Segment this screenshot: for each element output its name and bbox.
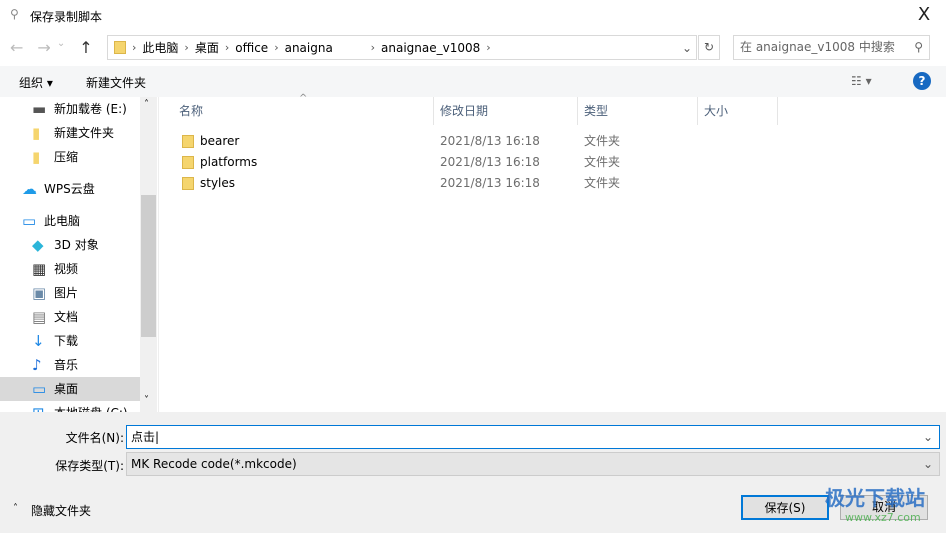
file-type: 文件夹 [584,134,621,148]
window-title: 保存录制脚本 [30,10,103,24]
organize-button[interactable]: 组织 ▾ [19,74,53,91]
nav-item[interactable]: ▭ 桌面 [0,377,140,401]
filename-label: 文件名(N): [65,431,124,445]
back-icon[interactable]: ← [10,38,23,57]
file-name: bearer [200,134,240,148]
nav-item[interactable]: ↓ 下载 [0,329,140,353]
nav-item[interactable]: ▮ 压缩 [0,145,140,169]
nav-item[interactable]: ▤ 文档 [0,305,140,329]
watermark-url: www.xz7.com [845,511,921,524]
column-size[interactable]: 大小 [698,97,778,125]
nav-item-label: 新加载卷 (E:) [54,102,127,116]
nav-item-label: WPS云盘 [44,182,95,196]
toolbar: 组织 ▾ 新建文件夹 ☷ ▾ ? [0,66,946,97]
new-folder-button[interactable]: 新建文件夹 [86,74,146,91]
nav-item-label: 压缩 [54,150,79,164]
app-icon: ⚲ [10,7,19,21]
file-type: 文件夹 [584,176,621,190]
nav-item-label: 视频 [54,262,79,276]
nav-buttons: ← → ⌄ ↑ [10,38,93,57]
folder-icon: ▮ [32,124,41,142]
folder-icon [182,177,194,190]
file-name: styles [200,176,236,190]
folder-icon [182,135,194,148]
address-dropdown-icon[interactable]: ⌄ [682,41,692,55]
breadcrumb-item[interactable]: anaignae_v1008 [381,41,480,55]
file-list: ^ 名称 修改日期 类型 大小 bearer 2021/8/13 16:18 文… [158,93,946,412]
title-bar: ⚲ 保存录制脚本 X [0,0,946,32]
nav-item-label: 3D 对象 [54,238,99,252]
nav-item-label: 音乐 [54,358,79,372]
help-button[interactable]: ? [913,72,931,90]
download-icon: ↓ [32,332,45,350]
file-type: 文件夹 [584,155,621,169]
nav-item-label: 下载 [54,334,79,348]
nav-item-label: 新建文件夹 [54,126,115,140]
forward-icon[interactable]: → [37,38,50,57]
nav-item[interactable]: ▣ 图片 [0,281,140,305]
scroll-down-icon[interactable]: ˅ [144,395,149,406]
address-bar[interactable]: › 此电脑 › 桌面 › office › anaigna › anaignae… [107,35,697,60]
file-row[interactable]: styles 2021/8/13 16:18 文件夹 [179,173,779,194]
folder-icon: ▮ [32,148,41,166]
file-date: 2021/8/13 16:18 [440,134,540,148]
filetype-select[interactable]: MK Recode code(*.mkcode) ⌄ [126,452,940,476]
nav-item[interactable]: ☁ WPS云盘 [0,177,140,201]
column-name[interactable]: 名称 [159,97,434,125]
chevron-down-icon: ⌄ [922,457,933,471]
computer-icon: ▭ [22,212,37,230]
search-input[interactable]: 在 anaignae_v1008 中搜索 ⚲ [733,35,930,60]
file-date: 2021/8/13 16:18 [440,176,540,190]
drive-icon: ▬ [32,100,47,118]
chevron-down-icon[interactable]: ⌄ [923,426,933,448]
cloud-icon: ☁ [22,180,37,198]
watermark-text: 极光下载站 [825,486,925,510]
nav-item-label: 文档 [54,310,79,324]
nav-item[interactable]: ▬ 新加载卷 (E:) [0,97,140,121]
nav-item-label: 本地磁盘 (C:) [54,401,128,412]
nav-item[interactable]: ▦ 视频 [0,257,140,281]
column-type[interactable]: 类型 [578,97,698,125]
search-icon: ⚲ [914,40,923,54]
navigation-pane: ▬ 新加载卷 (E:) ▮ 新建文件夹 ▮ 压缩 ☁ WPS云盘 ▭ 此电脑 ◆ 3D 对象 ▦ 视频 ▣ 图… [0,97,140,412]
file-name: platforms [200,155,258,169]
cube-icon: ◆ [32,236,44,254]
breadcrumb-item[interactable]: 桌面 [195,39,219,56]
close-button[interactable]: X [912,4,936,28]
video-icon: ▦ [32,260,47,278]
nav-item[interactable]: ▮ 新建文件夹 [0,121,140,145]
recent-chevron-icon[interactable]: ⌄ [57,38,65,57]
nav-item[interactable]: ◆ 3D 对象 [0,233,140,257]
nav-item-label: 桌面 [54,382,79,396]
nav-item[interactable]: ⊞本地磁盘 (C:) [0,401,140,413]
hide-folders-button[interactable]: 隐藏文件夹 [31,502,91,519]
scroll-up-icon[interactable]: ˄ [144,99,149,110]
breadcrumb-item[interactable]: office [235,41,268,55]
nav-item-label: 图片 [54,286,79,300]
desktop-icon: ▭ [32,380,47,398]
folder-icon [114,41,126,54]
file-row[interactable]: bearer 2021/8/13 16:18 文件夹 [179,131,779,152]
document-icon: ▤ [32,308,47,326]
breadcrumb-item[interactable]: anaigna [285,41,365,55]
nav-item[interactable]: ♪ 音乐 [0,353,140,377]
file-date: 2021/8/13 16:18 [440,155,540,169]
save-button[interactable]: 保存(S) [741,495,829,520]
filename-input[interactable]: 点击| ⌄ [126,425,940,449]
refresh-button[interactable]: ↻ [698,35,720,60]
folder-icon [182,156,194,169]
nav-item-label: 此电脑 [44,214,81,228]
column-date[interactable]: 修改日期 [434,97,578,125]
view-options-icon[interactable]: ☷ ▾ [851,74,872,88]
music-icon: ♪ [32,356,42,374]
filetype-label: 保存类型(T): [55,459,124,473]
breadcrumb-item[interactable]: 此电脑 [142,39,178,56]
scrollbar-thumb[interactable] [141,195,156,337]
up-icon[interactable]: ↑ [79,38,92,57]
save-form: 文件名(N): 点击| ⌄ 保存类型(T): MK Recode code(*.m… [0,412,946,533]
nav-item[interactable]: ▭ 此电脑 [0,209,140,233]
chevron-up-icon: ˄ [13,503,18,514]
file-row[interactable]: platforms 2021/8/13 16:18 文件夹 [179,152,779,173]
picture-icon: ▣ [32,284,47,302]
